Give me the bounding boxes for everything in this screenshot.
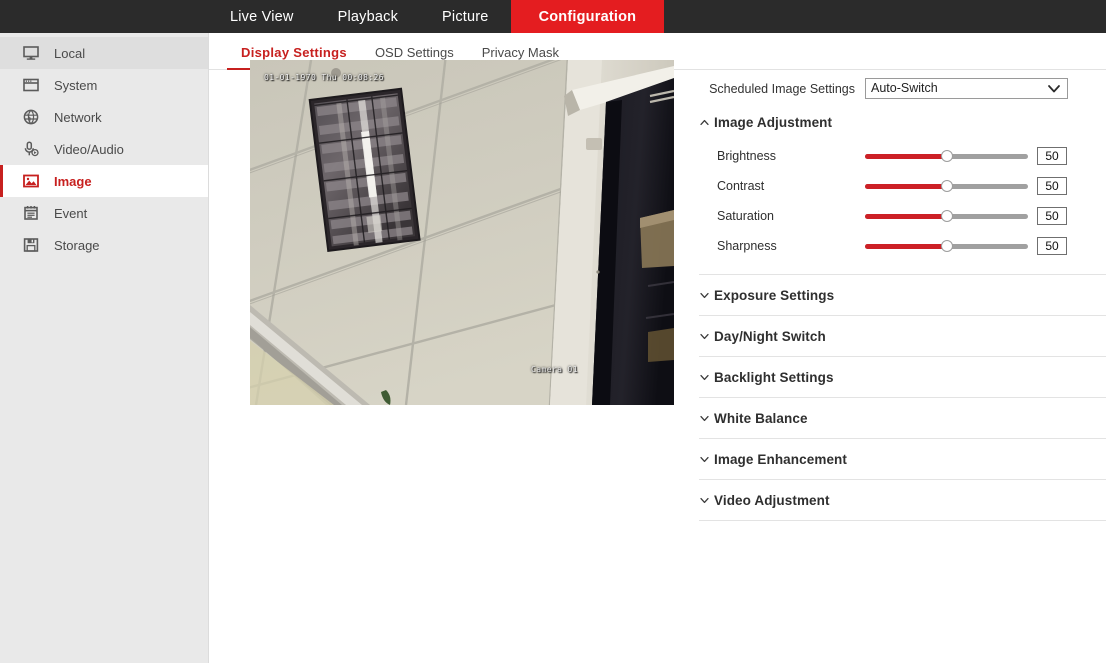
sharpness-slider-fill — [865, 244, 947, 249]
sidebar-item-video-audio-label: Video/Audio — [54, 142, 124, 157]
section-exposure-settings[interactable]: Exposure Settings — [699, 274, 1106, 316]
section-day-night-switch[interactable]: Day/Night Switch — [699, 316, 1106, 357]
display-settings-panel: Scheduled Image Settings Auto-Switch Ima… — [699, 78, 1106, 521]
section-image-enhancement[interactable]: Image Enhancement — [699, 439, 1106, 480]
image-adjustment-sliders: Brightness 50 Contrast 50 Saturation — [699, 141, 1106, 261]
camera-preview[interactable]: 01-01-1970 Thu 00:08:26 Camera 01 — [250, 60, 674, 405]
section-image-adjustment-header[interactable]: Image Adjustment — [699, 111, 1106, 133]
sidebar-item-event[interactable]: Event — [0, 197, 208, 229]
section-video-adjustment-title: Video Adjustment — [714, 493, 830, 508]
topnav-picture-label: Picture — [442, 9, 489, 25]
brightness-value[interactable]: 50 — [1037, 147, 1067, 165]
sharpness-row: Sharpness 50 — [699, 231, 1106, 261]
sidebar-item-event-label: Event — [54, 206, 87, 221]
topnav-configuration[interactable]: Configuration — [511, 0, 665, 33]
section-video-adjustment-header[interactable]: Video Adjustment — [699, 489, 1106, 511]
sidebar-item-storage[interactable]: Storage — [0, 229, 208, 261]
contrast-value[interactable]: 50 — [1037, 177, 1067, 195]
sidebar-item-network-label: Network — [54, 110, 102, 125]
sharpness-value[interactable]: 50 — [1037, 237, 1067, 255]
section-white-balance-header[interactable]: White Balance — [699, 407, 1106, 429]
osd-camera-name: Camera 01 — [531, 365, 578, 374]
chevron-down-icon — [699, 292, 709, 299]
chevron-down-icon — [699, 497, 709, 504]
section-image-enhancement-title: Image Enhancement — [714, 452, 847, 467]
sidebar-item-storage-label: Storage — [54, 238, 100, 253]
scheduled-image-settings-select[interactable]: Auto-Switch — [865, 78, 1068, 99]
contrast-slider-knob[interactable] — [941, 180, 953, 192]
contrast-slider-fill — [865, 184, 947, 189]
camera-preview-frame — [250, 60, 674, 405]
saturation-slider-fill — [865, 214, 947, 219]
scheduled-image-settings-value: Auto-Switch — [865, 78, 1068, 99]
section-image-adjustment-title: Image Adjustment — [714, 115, 832, 130]
chevron-up-icon — [699, 119, 709, 126]
sharpness-slider-knob[interactable] — [941, 240, 953, 252]
section-image-enhancement-header[interactable]: Image Enhancement — [699, 448, 1106, 470]
sidebar-item-image-label: Image — [54, 174, 92, 189]
monitor-icon — [20, 42, 42, 64]
floppy-disk-icon — [20, 234, 42, 256]
chevron-down-icon — [699, 415, 709, 422]
picture-icon — [20, 170, 42, 192]
section-white-balance[interactable]: White Balance — [699, 398, 1106, 439]
saturation-slider-knob[interactable] — [941, 210, 953, 222]
topnav-configuration-label: Configuration — [539, 9, 637, 25]
brightness-slider-knob[interactable] — [941, 150, 953, 162]
section-day-night-switch-title: Day/Night Switch — [714, 329, 826, 344]
topnav-logo-area — [0, 0, 208, 33]
chevron-down-icon — [699, 333, 709, 340]
section-exposure-settings-header[interactable]: Exposure Settings — [699, 284, 1106, 306]
brightness-row: Brightness 50 — [699, 141, 1106, 171]
sidebar-item-system-label: System — [54, 78, 97, 93]
sidebar-item-image[interactable]: Image — [0, 165, 208, 197]
section-backlight-settings[interactable]: Backlight Settings — [699, 357, 1106, 398]
section-backlight-settings-title: Backlight Settings — [714, 370, 834, 385]
collapsed-sections: Exposure Settings Day/Night Switch Backl… — [699, 274, 1106, 521]
sidebar-item-network[interactable]: Network — [0, 101, 208, 133]
microphone-icon — [20, 138, 42, 160]
tab-privacy-mask-label: Privacy Mask — [482, 45, 559, 60]
section-video-adjustment[interactable]: Video Adjustment — [699, 480, 1106, 521]
sharpness-slider[interactable] — [865, 238, 1028, 254]
contrast-label: Contrast — [699, 179, 865, 193]
scheduled-image-settings-label: Scheduled Image Settings — [699, 82, 865, 96]
saturation-value[interactable]: 50 — [1037, 207, 1067, 225]
sidebar: Local System Network Video/Audio Image E… — [0, 33, 209, 663]
chevron-down-icon — [699, 456, 709, 463]
section-white-balance-title: White Balance — [714, 411, 808, 426]
section-backlight-settings-header[interactable]: Backlight Settings — [699, 366, 1106, 388]
calendar-icon — [20, 202, 42, 224]
contrast-slider[interactable] — [865, 178, 1028, 194]
topnav-live-view-label: Live View — [230, 9, 294, 25]
brightness-slider[interactable] — [865, 148, 1028, 164]
topnav-picture[interactable]: Picture — [420, 0, 511, 33]
top-navigation-bar: Live View Playback Picture Configuration — [0, 0, 1106, 33]
osd-timestamp: 01-01-1970 Thu 00:08:26 — [264, 73, 384, 82]
section-exposure-settings-title: Exposure Settings — [714, 288, 834, 303]
window-icon — [20, 74, 42, 96]
sidebar-item-system[interactable]: System — [0, 69, 208, 101]
brightness-slider-fill — [865, 154, 947, 159]
brightness-label: Brightness — [699, 149, 865, 163]
sidebar-item-video-audio[interactable]: Video/Audio — [0, 133, 208, 165]
contrast-row: Contrast 50 — [699, 171, 1106, 201]
topnav-live-view[interactable]: Live View — [208, 0, 316, 33]
saturation-row: Saturation 50 — [699, 201, 1106, 231]
content-area: Display Settings OSD Settings Privacy Ma… — [209, 33, 1106, 663]
section-day-night-switch-header[interactable]: Day/Night Switch — [699, 325, 1106, 347]
chevron-down-icon — [699, 374, 709, 381]
tab-display-settings-label: Display Settings — [241, 45, 347, 60]
globe-icon — [20, 106, 42, 128]
saturation-label: Saturation — [699, 209, 865, 223]
tab-osd-settings-label: OSD Settings — [375, 45, 454, 60]
topnav-playback[interactable]: Playback — [316, 0, 420, 33]
scheduled-image-settings-row: Scheduled Image Settings Auto-Switch — [699, 78, 1106, 99]
sidebar-item-local-label: Local — [54, 46, 85, 61]
saturation-slider[interactable] — [865, 208, 1028, 224]
sharpness-label: Sharpness — [699, 239, 865, 253]
topnav-playback-label: Playback — [338, 9, 398, 25]
sidebar-item-local[interactable]: Local — [0, 37, 208, 69]
